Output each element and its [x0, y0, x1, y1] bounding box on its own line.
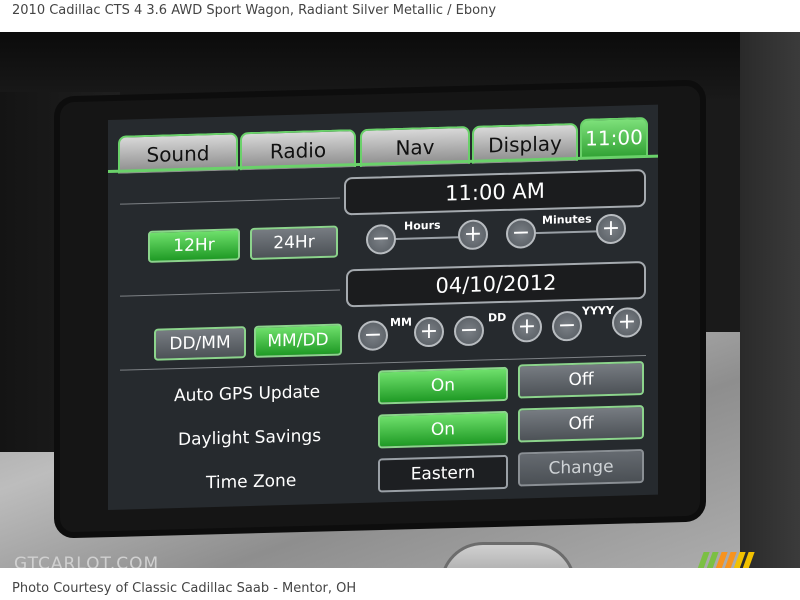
photo-caption-bottom: Photo Courtesy of Classic Cadillac Saab … — [0, 578, 800, 600]
minutes-minus-button[interactable]: − — [506, 218, 536, 249]
auto-gps-on-button[interactable]: On — [378, 366, 508, 405]
time-zone-change-button[interactable]: Change — [518, 449, 644, 487]
day-plus-button[interactable]: + — [512, 311, 542, 343]
tab-clock[interactable]: 11:00 — [580, 116, 648, 159]
minutes-label: Minutes — [542, 212, 592, 227]
daylight-on-button[interactable]: On — [378, 410, 508, 449]
divider — [120, 289, 340, 297]
time-display: 11:00 AM — [344, 168, 646, 216]
watermark-stripes-icon — [696, 552, 776, 568]
mmdd-button[interactable]: MM/DD — [254, 323, 342, 358]
photo-caption-top: 2010 Cadillac CTS 4 3.6 AWD Sport Wagon,… — [0, 0, 800, 22]
month-minus-button[interactable]: − — [358, 320, 388, 352]
auto-gps-off-button[interactable]: Off — [518, 361, 644, 399]
day-minus-button[interactable]: − — [454, 315, 484, 347]
24hr-button[interactable]: 24Hr — [250, 225, 338, 261]
hours-minus-button[interactable]: − — [366, 223, 396, 255]
divider — [120, 197, 340, 205]
car-dashboard-photo: Sound Radio Nav Display 11:00 11:00 AM 1… — [0, 32, 800, 568]
watermark-logo: GTCARLOT.COM — [14, 554, 160, 568]
month-plus-button[interactable]: + — [414, 316, 444, 348]
12hr-button[interactable]: 12Hr — [148, 228, 240, 263]
mm-label: MM — [390, 315, 412, 330]
daylight-savings-label: Daylight Savings — [178, 426, 322, 451]
year-minus-button[interactable]: − — [552, 310, 582, 342]
year-plus-button[interactable]: + — [612, 307, 642, 338]
daylight-off-button[interactable]: Off — [518, 405, 644, 443]
minutes-plus-button[interactable]: + — [596, 213, 626, 245]
auto-gps-label: Auto GPS Update — [174, 382, 321, 407]
dashboard-bezel-right — [740, 32, 800, 568]
yyyy-label: YYYY — [582, 303, 614, 318]
infotainment-screen: Sound Radio Nav Display 11:00 11:00 AM 1… — [108, 104, 658, 510]
time-zone-label: Time Zone — [206, 470, 297, 494]
ddmm-button[interactable]: DD/MM — [154, 326, 246, 361]
dd-label: DD — [488, 310, 507, 325]
date-display: 04/10/2012 — [346, 260, 646, 308]
hours-plus-button[interactable]: + — [458, 219, 488, 251]
hours-label: Hours — [404, 218, 441, 233]
time-zone-value: Eastern — [378, 454, 508, 493]
